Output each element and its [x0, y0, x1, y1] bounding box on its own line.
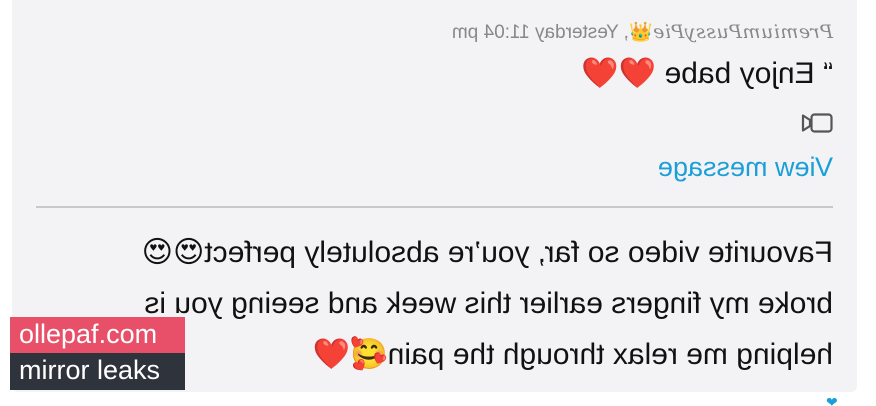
divider [36, 206, 833, 208]
watermark-tagline: mirror leaks [10, 353, 185, 390]
sender-name[interactable]: PremiumPussyPie [653, 21, 833, 43]
reply-line: helping me relax through the pain🥰❤️ [312, 338, 833, 371]
like-heart-icon[interactable]: ❤ [826, 398, 848, 406]
video-camera-icon [801, 113, 833, 133]
reply-line: broke my fingers earlier this week and s… [144, 287, 833, 320]
crown-badge: 👑 [629, 22, 653, 43]
message-timestamp: Yesterday 11:04 pm [451, 22, 619, 43]
reply-text: Favourite video so far, you’re absolutel… [73, 227, 833, 380]
meta-separator: , [618, 22, 629, 43]
quoted-text: “ Enjoy babe ❤️❤️ [581, 57, 833, 90]
watermark-site: ollepaf.com [10, 317, 185, 353]
reply-line: Favourite video so far, you’re absolutel… [141, 236, 833, 269]
message-meta: PremiumPussyPie👑, Yesterday 11:04 pm [452, 20, 833, 44]
watermark: ollepaf.com mirror leaks [10, 317, 185, 390]
view-message-link[interactable]: View message [658, 152, 833, 183]
